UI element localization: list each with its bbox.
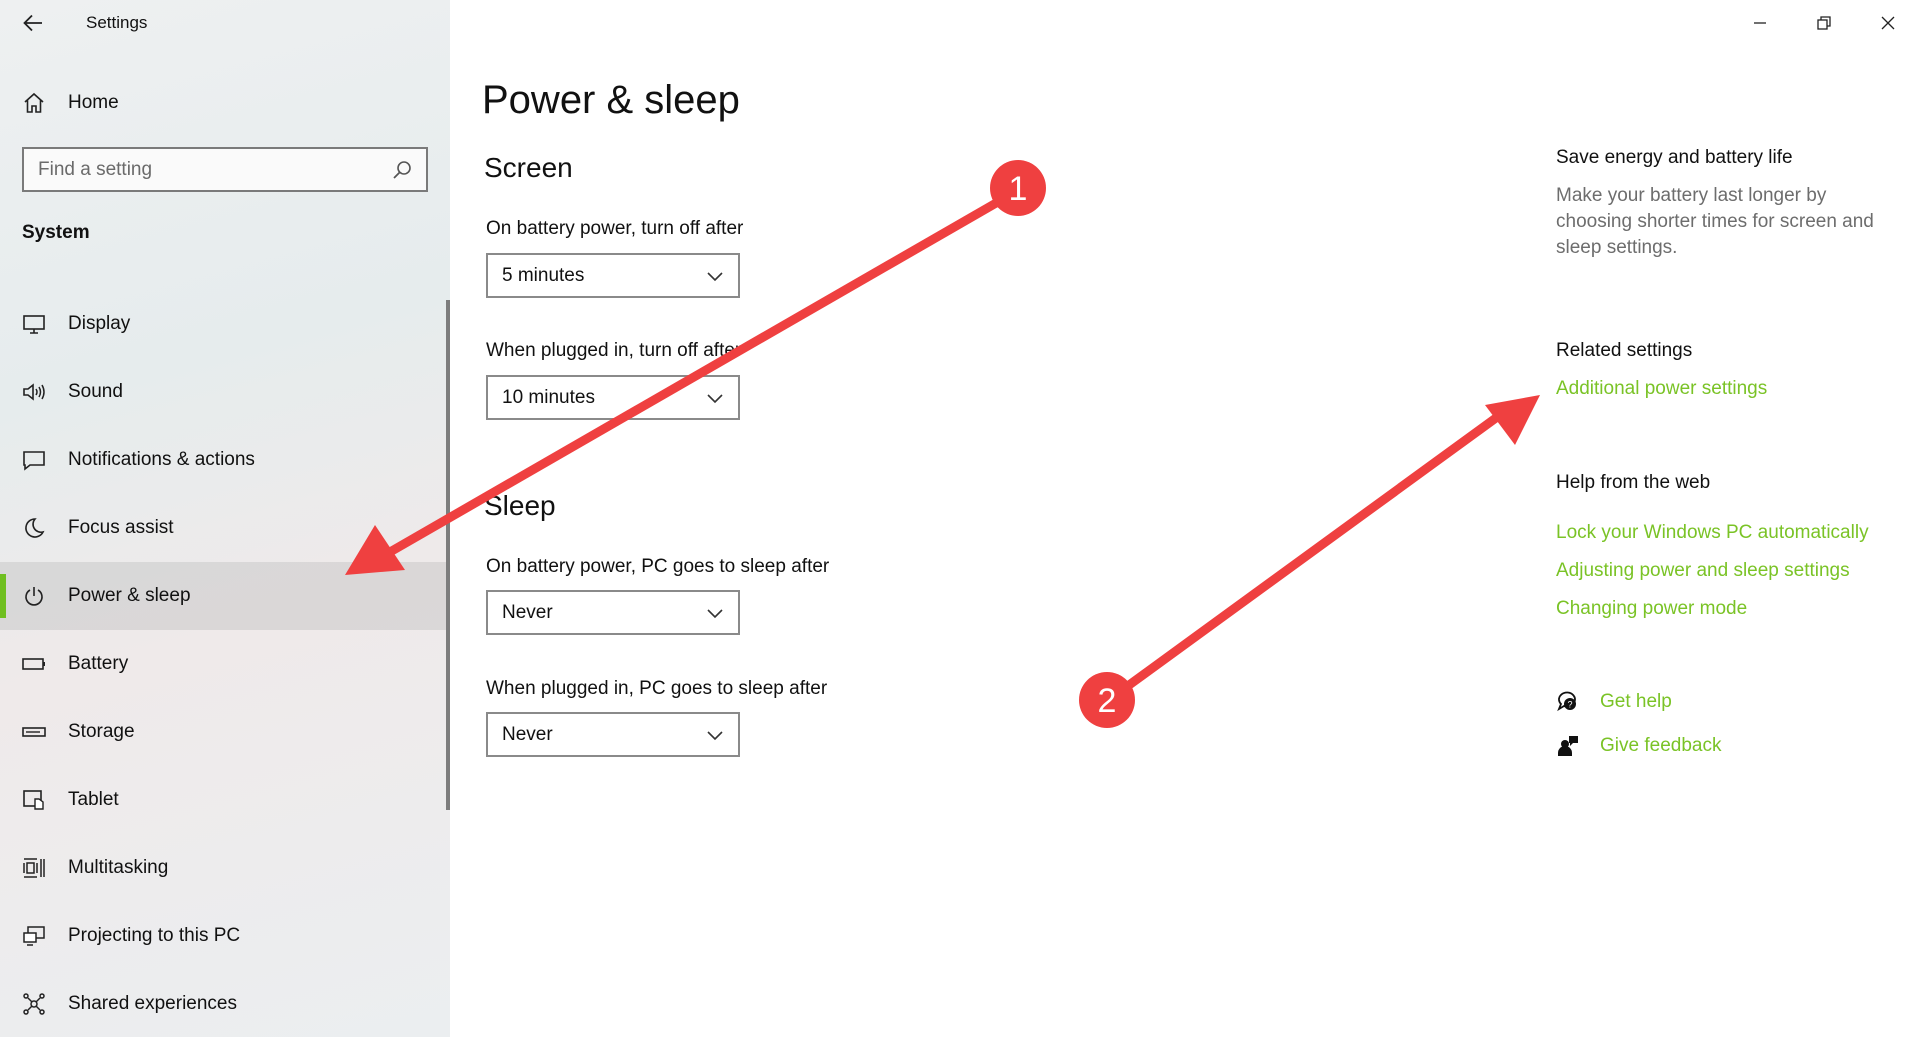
page-title: Power & sleep	[482, 78, 740, 122]
back-button[interactable]	[0, 0, 66, 46]
sidebar-item-label: Power & sleep	[68, 585, 191, 606]
svg-text:?: ?	[1567, 700, 1572, 710]
sidebar-item-label: Focus assist	[68, 517, 174, 538]
get-help-link[interactable]: Get help	[1600, 691, 1672, 713]
dropdown-value: 10 minutes	[502, 386, 595, 408]
screen-plugged-label: When plugged in, turn off after	[486, 340, 742, 361]
sidebar-item-label: Tablet	[68, 789, 119, 810]
help-link-power-mode[interactable]: Changing power mode	[1556, 598, 1747, 620]
dropdown-value: 5 minutes	[502, 264, 585, 286]
moon-icon	[0, 517, 68, 539]
back-arrow-icon	[23, 14, 42, 32]
sidebar-item-label: Notifications & actions	[68, 449, 255, 470]
sleep-battery-label: On battery power, PC goes to sleep after	[486, 556, 830, 577]
restore-button[interactable]	[1792, 0, 1856, 46]
monitor-icon	[0, 313, 68, 335]
sidebar-item-multitasking[interactable]: Multitasking	[0, 834, 450, 902]
sidebar-item-label: Storage	[68, 721, 135, 742]
get-help-action[interactable]: ? Get help	[1556, 690, 1672, 714]
sidebar-item-label: Shared experiences	[68, 993, 237, 1014]
related-settings-heading: Related settings	[1556, 340, 1693, 361]
sidebar-item-label: Multitasking	[68, 857, 169, 878]
sleep-heading: Sleep	[484, 490, 556, 521]
screen-heading: Screen	[484, 152, 573, 183]
screen-battery-dropdown[interactable]: 5 minutes	[486, 253, 740, 298]
sleep-plugged-label: When plugged in, PC goes to sleep after	[486, 678, 828, 699]
nav-home[interactable]: Home	[0, 82, 450, 124]
sidebar-item-storage[interactable]: Storage	[0, 698, 450, 766]
sleep-battery-dropdown[interactable]: Never	[486, 590, 740, 635]
sidebar-item-shared-experiences[interactable]: Shared experiences	[0, 970, 450, 1037]
minimize-button[interactable]	[1728, 0, 1792, 46]
sidebar-item-label: Projecting to this PC	[68, 925, 241, 946]
give-feedback-link[interactable]: Give feedback	[1600, 735, 1721, 757]
battery-icon	[0, 657, 68, 671]
chevron-down-icon	[707, 393, 723, 403]
help-web-heading: Help from the web	[1556, 472, 1711, 493]
chevron-down-icon	[707, 271, 723, 281]
get-help-icon: ?	[1557, 691, 1576, 712]
sidebar-item-label: Battery	[68, 653, 129, 674]
save-energy-text: Make your battery last longer by choosin…	[1556, 185, 1874, 258]
projecting-icon	[0, 925, 68, 947]
nav-list: Display Sound Notifications & actions Fo…	[0, 290, 450, 1037]
sidebar-item-display[interactable]: Display	[0, 290, 450, 358]
notification-icon	[0, 449, 68, 471]
shared-icon	[0, 992, 68, 1016]
sidebar-item-label: Display	[68, 313, 131, 334]
sidebar-item-focus-assist[interactable]: Focus assist	[0, 494, 450, 562]
main-panel: Power & sleep Screen On battery power, t…	[450, 0, 1920, 1037]
storage-icon	[0, 726, 68, 738]
sleep-plugged-dropdown[interactable]: Never	[486, 712, 740, 757]
close-icon	[1881, 16, 1895, 30]
minimize-icon	[1754, 22, 1766, 24]
close-button[interactable]	[1856, 0, 1920, 46]
power-icon	[0, 585, 68, 607]
search-box[interactable]	[22, 147, 428, 192]
help-link-lock-pc[interactable]: Lock your Windows PC automatically	[1556, 522, 1869, 544]
screen-plugged-dropdown[interactable]: 10 minutes	[486, 375, 740, 420]
app-title: Settings	[86, 13, 148, 32]
help-link-adjusting-power[interactable]: Adjusting power and sleep settings	[1556, 560, 1850, 582]
sidebar-item-notifications[interactable]: Notifications & actions	[0, 426, 450, 494]
sidebar-item-label: Sound	[68, 381, 123, 402]
sidebar-item-tablet[interactable]: Tablet	[0, 766, 450, 834]
sidebar-item-sound[interactable]: Sound	[0, 358, 450, 426]
title-bar: Settings	[0, 0, 147, 46]
give-feedback-action[interactable]: Give feedback	[1556, 734, 1721, 758]
tablet-icon	[0, 788, 68, 812]
chevron-down-icon	[707, 608, 723, 618]
section-label-system: System	[22, 222, 90, 243]
save-energy-heading: Save energy and battery life	[1556, 147, 1793, 168]
window-controls	[1728, 0, 1920, 46]
restore-icon	[1817, 16, 1831, 30]
sidebar-item-projecting[interactable]: Projecting to this PC	[0, 902, 450, 970]
nav-home-label: Home	[68, 92, 119, 113]
dropdown-value: Never	[502, 723, 553, 745]
feedback-icon	[1558, 736, 1578, 756]
sidebar: Settings Home System Display Sound Notif…	[0, 0, 450, 1037]
chevron-down-icon	[707, 730, 723, 740]
search-icon	[393, 160, 411, 179]
search-input[interactable]	[38, 158, 378, 181]
sidebar-item-power-sleep[interactable]: Power & sleep	[0, 562, 450, 630]
additional-power-settings-link[interactable]: Additional power settings	[1556, 378, 1767, 400]
multitasking-icon	[0, 857, 68, 879]
dropdown-value: Never	[502, 601, 553, 623]
sidebar-item-battery[interactable]: Battery	[0, 630, 450, 698]
home-icon	[0, 92, 68, 114]
screen-battery-label: On battery power, turn off after	[486, 218, 744, 239]
speaker-icon	[0, 381, 68, 403]
